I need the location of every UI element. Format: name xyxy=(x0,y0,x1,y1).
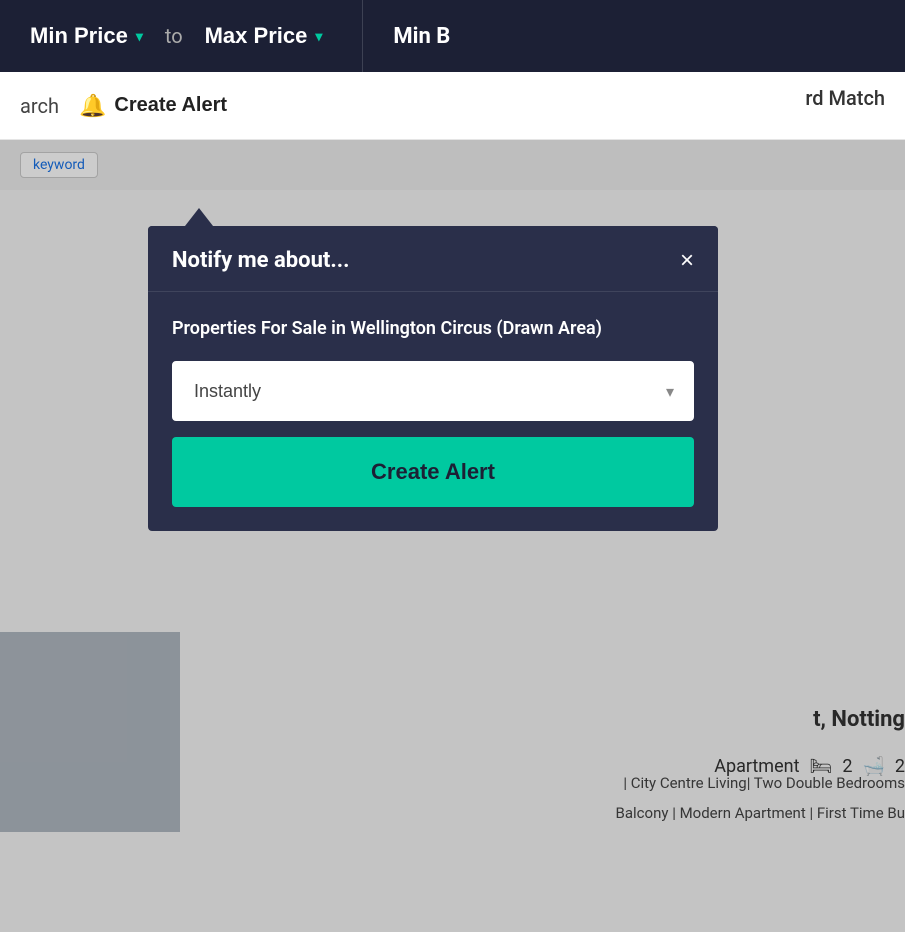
max-price-arrow-icon: ▾ xyxy=(315,28,322,45)
min-b-label: Min B xyxy=(363,24,450,49)
max-price-label: Max Price xyxy=(205,23,308,49)
search-bar: arch 🔔 Create Alert rd Match xyxy=(0,72,905,140)
modal-arrow xyxy=(185,208,213,226)
frequency-select-inner: Instantly Daily Weekly ▾ xyxy=(174,363,692,419)
create-alert-label: Create Alert xyxy=(114,94,227,117)
price-separator: to xyxy=(153,24,195,48)
modal-body: Properties For Sale in Wellington Circus… xyxy=(148,292,718,531)
min-price-label: Min Price xyxy=(30,23,128,49)
create-alert-modal: Notify me about... × Properties For Sale… xyxy=(148,226,718,531)
modal-title: Notify me about... xyxy=(172,248,350,273)
price-filter-section: Min Price ▾ to Max Price ▾ xyxy=(20,23,332,49)
modal-description: Properties For Sale in Wellington Circus… xyxy=(172,316,694,341)
modal-header: Notify me about... × xyxy=(148,226,718,292)
top-navigation: Min Price ▾ to Max Price ▾ Min B xyxy=(0,0,905,72)
bell-icon: 🔔 xyxy=(79,93,106,119)
frequency-select[interactable]: Instantly Daily Weekly xyxy=(174,363,692,419)
max-price-button[interactable]: Max Price ▾ xyxy=(195,23,333,49)
frequency-select-wrapper: Instantly Daily Weekly ▾ xyxy=(172,361,694,421)
main-content: keyword t, Notting Apartment 🛏 2 🛁 2 | C… xyxy=(0,140,905,932)
create-alert-button[interactable]: 🔔 Create Alert xyxy=(79,93,227,119)
modal-close-button[interactable]: × xyxy=(680,249,694,273)
min-price-button[interactable]: Min Price ▾ xyxy=(20,23,153,49)
modal-create-alert-button[interactable]: Create Alert xyxy=(172,437,694,507)
word-match-label: rd Match xyxy=(805,86,885,110)
min-price-arrow-icon: ▾ xyxy=(136,28,143,45)
search-label: arch xyxy=(20,94,59,118)
